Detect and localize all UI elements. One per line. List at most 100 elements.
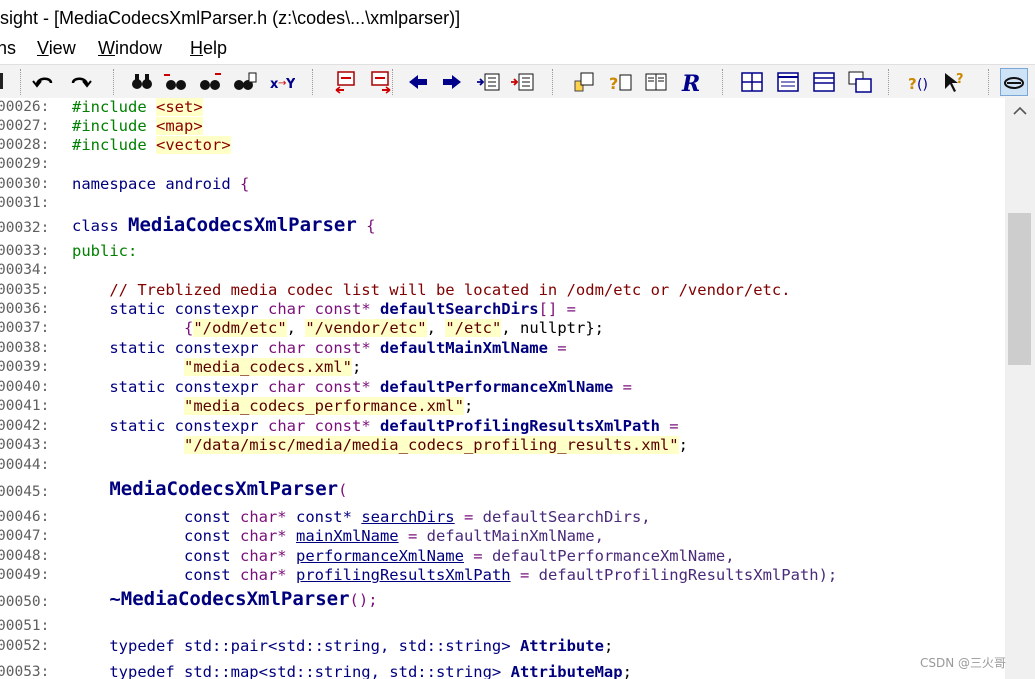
menu-window[interactable]: Window — [98, 38, 162, 59]
context-help-button[interactable]: ?() — [906, 68, 934, 96]
scroll-up-icon[interactable] — [1013, 106, 1027, 116]
code-token: #include — [72, 98, 156, 116]
lookup-button[interactable]: ? — [606, 68, 634, 96]
code-token: <map> — [156, 117, 203, 135]
tile-icon — [848, 71, 872, 93]
code-token: ; — [603, 637, 614, 655]
line-number: 00042: — [0, 418, 50, 434]
code-text: static constexpr char const* defaultProf… — [72, 417, 679, 436]
code-token: constexpr — [174, 378, 268, 396]
code-text: class MediaCodecsXmlParser { — [72, 216, 375, 236]
vertical-scrollbar[interactable] — [1005, 98, 1035, 679]
indent-right-icon — [511, 73, 534, 91]
replace-button[interactable]: x → Y — [268, 68, 296, 96]
binoculars-next-button[interactable] — [196, 68, 224, 96]
relation-button[interactable]: R — [678, 68, 706, 96]
code-token: = — [613, 378, 632, 396]
line-number: 00034: — [0, 262, 50, 278]
menu-ns[interactable]: ns — [0, 38, 16, 59]
forward-arrow-button[interactable] — [438, 68, 466, 96]
active-toggle-button[interactable] — [1000, 68, 1028, 96]
layout-button[interactable] — [774, 68, 802, 96]
toolbar-separator — [312, 69, 315, 95]
code-token: constexpr — [174, 300, 268, 318]
line-number: 00035: — [0, 282, 50, 298]
toolbar-separator — [552, 69, 555, 95]
undo-button[interactable] — [30, 68, 58, 96]
code-token: static — [109, 339, 175, 357]
indent-left-button[interactable] — [474, 68, 502, 96]
binoculars-find-button[interactable] — [128, 68, 156, 96]
code-token: (); — [349, 591, 378, 609]
next-bookmark-button[interactable] — [366, 68, 394, 96]
code-token: = — [454, 508, 483, 526]
undo-icon — [32, 77, 53, 88]
code-token: namespace — [72, 175, 166, 193]
back-arrow-button[interactable] — [404, 68, 432, 96]
code-token: { — [183, 319, 194, 337]
code-text: const char* mainXmlName = defaultMainXml… — [72, 527, 604, 546]
code-text: static constexpr char const* defaultMain… — [72, 339, 566, 358]
code-token: android — [165, 175, 240, 193]
code-token: "/data/misc/media/media_codecs_profiling… — [183, 436, 679, 454]
binoculars-prev-button[interactable] — [161, 68, 189, 96]
code-token: , nullptr}; — [501, 319, 604, 337]
relation-icon: R — [681, 71, 700, 95]
redo-button[interactable] — [66, 68, 94, 96]
line-number: 00028: — [0, 137, 50, 153]
toolbar-separator — [113, 69, 116, 95]
code-token: defaultPerformanceXmlName, — [491, 547, 735, 565]
line-number: 00048: — [0, 548, 50, 564]
code-token: typedef — [109, 663, 184, 679]
code-text: #include <vector> — [72, 136, 231, 155]
panel-icon — [813, 72, 835, 92]
forward-arrow-icon — [443, 75, 461, 89]
binoculars-files-button[interactable] — [230, 68, 258, 96]
code-editor[interactable]: 00026: #include <set> 00027: #include <map>… — [0, 98, 1005, 679]
code-token: public: — [72, 242, 138, 260]
code-text: {"/odm/etc", "/vendor/etc", "/etc", null… — [72, 319, 604, 338]
menu-help[interactable]: Help — [190, 38, 227, 59]
line-number: 00026: — [0, 99, 50, 115]
book-button[interactable] — [642, 68, 670, 96]
binoculars-prev-icon — [164, 74, 186, 90]
scrollbar-thumb[interactable] — [1008, 213, 1031, 365]
line-number: 00036: — [0, 301, 50, 317]
code-text: const char* const* searchDirs = defaultS… — [72, 508, 651, 527]
line-number: 00053: — [0, 664, 50, 679]
code-token: const — [183, 566, 240, 584]
line-number: 00030: — [0, 176, 50, 192]
code-token: = — [659, 417, 679, 435]
code-token: defaultProfilingResultsXmlPath — [379, 417, 660, 435]
indent-right-button[interactable] — [508, 68, 536, 96]
panel-button[interactable] — [810, 68, 838, 96]
code-token: char — [267, 417, 315, 435]
code-token: "/etc" — [445, 319, 502, 337]
code-token: // Treblized media codec list will be lo… — [109, 281, 791, 299]
toolbar-separator — [888, 69, 891, 95]
next-bookmark-icon — [371, 71, 391, 94]
code-token: defaultMainXmlName — [379, 339, 548, 357]
line-number: 00049: — [0, 567, 50, 583]
code-token: AttributeMap — [510, 663, 623, 679]
code-token: char* — [239, 566, 296, 584]
tile-button[interactable] — [846, 68, 874, 96]
code-token: ; — [678, 436, 688, 454]
code-token: <set> — [156, 98, 203, 116]
code-token: { — [239, 175, 250, 193]
line-number: 00044: — [0, 457, 50, 473]
code-token: static — [109, 378, 175, 396]
window-button[interactable] — [738, 68, 766, 96]
context-help-icon: ?() — [908, 75, 928, 93]
code-token: char* — [239, 547, 296, 565]
save-button[interactable] — [0, 68, 18, 96]
symbol-jump-button[interactable] — [568, 68, 596, 96]
menu-view[interactable]: View — [37, 38, 76, 59]
pointer-help-button[interactable]: ? — [940, 68, 968, 96]
prev-bookmark-button[interactable] — [332, 68, 360, 96]
